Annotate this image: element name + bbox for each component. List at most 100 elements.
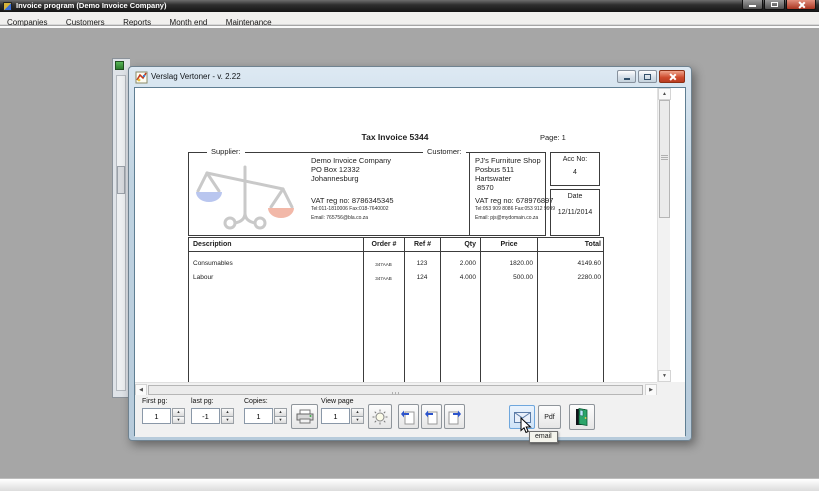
zoom-view-button[interactable]: [368, 404, 392, 429]
first-page-input[interactable]: 1: [142, 408, 171, 424]
desktop: Invoice program (Demo Invoice Company) C…: [0, 0, 819, 491]
copies-input[interactable]: 1: [244, 408, 273, 424]
spin-up-icon[interactable]: ▲: [221, 408, 234, 417]
scroll-down-icon[interactable]: ▼: [658, 370, 671, 382]
status-bar: [0, 478, 819, 491]
last-page-spinner[interactable]: -1 ▲▼: [191, 408, 234, 424]
cell-total: 4149.60: [537, 259, 605, 268]
column-line: [363, 252, 364, 382]
view-page-label: View page: [321, 398, 354, 405]
spin-up-icon[interactable]: ▲: [351, 408, 364, 417]
exit-button[interactable]: [569, 404, 595, 430]
last-page-label: last pg:: [191, 398, 214, 405]
invoice-title: Tax Invoice 5344: [285, 132, 505, 142]
scrollbar-corner: [657, 382, 685, 395]
date-box: Date 12/11/2014: [550, 189, 600, 236]
customer-details: PJ's Furniture Shop Posbus 511 Hartswate…: [475, 156, 555, 222]
background-window-icon: [115, 61, 124, 70]
background-window-scrollbar[interactable]: [116, 75, 126, 391]
customer-address2: Hartswater: [475, 174, 555, 183]
minimize-button[interactable]: [742, 0, 763, 10]
first-page-label: First pg:: [142, 398, 167, 405]
menubar: Companies Customers Reports Month end Ma…: [0, 12, 819, 25]
account-number-label: Acc No:: [551, 156, 599, 163]
party-divider-line: [469, 152, 470, 236]
preview-vertical-scrollbar[interactable]: ▲ ▼: [657, 88, 670, 382]
maximize-icon: [771, 2, 778, 7]
background-scrollbar-thumb[interactable]: [117, 166, 125, 194]
spin-down-icon[interactable]: ▼: [172, 417, 185, 425]
cell-qty: 2.000: [440, 259, 480, 268]
view-page-spinner[interactable]: 1 ▲▼: [321, 408, 364, 424]
company-logo-scale-icon: [193, 155, 295, 233]
print-button[interactable]: [291, 404, 318, 429]
cell-description: Labour: [189, 273, 363, 282]
page-arrow-right-icon: [447, 409, 462, 425]
supplier-name: Demo Invoice Company: [311, 156, 394, 165]
view-page-input[interactable]: 1: [321, 408, 350, 424]
supplier-address1: PO Box 12332: [311, 165, 394, 174]
main-window-caption-buttons: [742, 0, 816, 10]
table-row: Labour 347AAB 124 4.000 500.00 2280.00: [189, 273, 605, 283]
spin-up-icon[interactable]: ▲: [172, 408, 185, 417]
account-number-box: Acc No: 4: [550, 152, 600, 186]
pdf-button[interactable]: Pdf: [538, 405, 561, 429]
customer-name: PJ's Furniture Shop: [475, 156, 555, 165]
viewer-window-icon: [135, 71, 148, 84]
spin-up-icon[interactable]: ▲: [274, 408, 287, 417]
invoice-table-header: Description Order # Ref # Qty Price Tota…: [188, 237, 604, 252]
cell-order: 347AAB: [363, 259, 404, 270]
close-icon: [669, 73, 676, 80]
spin-down-icon[interactable]: ▼: [221, 417, 234, 425]
close-button[interactable]: [786, 0, 816, 10]
date-label: Date: [551, 193, 599, 200]
customer-label: Customer:: [423, 147, 466, 156]
cell-ref: 124: [404, 273, 440, 282]
cell-price: 500.00: [480, 273, 537, 282]
vertical-scroll-thumb[interactable]: [659, 100, 670, 218]
copies-label: Copies:: [244, 398, 268, 405]
scroll-up-icon[interactable]: ▲: [658, 88, 671, 100]
supplier-details: Demo Invoice Company PO Box 12332 Johann…: [311, 156, 394, 222]
main-window-titlebar[interactable]: Invoice program (Demo Invoice Company): [0, 0, 819, 12]
supplier-email: Email: 765756@bla.co.za: [311, 214, 394, 223]
minimize-icon: [624, 78, 630, 80]
supplier-vat: VAT reg no: 8786345345: [311, 196, 394, 205]
cell-ref: 123: [404, 259, 440, 268]
horizontal-scroll-thumb[interactable]: [148, 385, 643, 395]
spin-down-icon[interactable]: ▼: [351, 417, 364, 425]
first-page-nav-button[interactable]: [398, 404, 419, 429]
minimize-icon: [749, 5, 756, 7]
cell-total: 2280.00: [537, 273, 605, 282]
viewer-close-button[interactable]: [659, 70, 685, 83]
maximize-button[interactable]: [764, 0, 785, 10]
date-value: 12/11/2014: [551, 209, 599, 216]
viewer-maximize-button[interactable]: [638, 70, 657, 83]
copies-spinner[interactable]: 1 ▲▼: [244, 408, 287, 424]
page-arrow-left-icon: [401, 409, 416, 425]
viewer-caption-buttons: [617, 70, 685, 83]
report-viewer-window: Verslag Vertoner - v. 2.22 Tax Invoice 5…: [128, 66, 692, 441]
customer-email: Email: pjs@mydomain.co.za: [475, 214, 555, 223]
email-tooltip: email: [529, 431, 558, 443]
close-icon: [798, 1, 805, 8]
spin-down-icon[interactable]: ▼: [274, 417, 287, 425]
first-page-spinner[interactable]: 1 ▲▼: [142, 408, 185, 424]
pdf-button-label: Pdf: [544, 414, 555, 421]
cell-description: Consumables: [189, 259, 363, 268]
supplier-address2: Johannesburg: [311, 174, 394, 183]
column-line: [537, 252, 538, 382]
printer-icon: [296, 409, 314, 424]
next-page-nav-button[interactable]: [444, 404, 465, 429]
customer-vat: VAT reg no: 678976897: [475, 196, 555, 205]
customer-address3: 8570: [475, 183, 555, 192]
customer-telfax: Tel:053 909 8086 Fax:053 912 9999: [475, 205, 555, 214]
viewer-titlebar[interactable]: Verslag Vertoner - v. 2.22: [129, 67, 691, 87]
last-page-input[interactable]: -1: [191, 408, 220, 424]
report-preview: Tax Invoice 5344 Page: 1 Supplier: Custo…: [135, 88, 685, 395]
viewer-minimize-button[interactable]: [617, 70, 636, 83]
viewer-control-bar: First pg: 1 ▲▼ last pg: -1 ▲▼ Copies: 1 …: [135, 395, 685, 437]
maximize-icon: [644, 74, 651, 80]
previous-page-nav-button[interactable]: [421, 404, 442, 429]
preview-horizontal-scrollbar[interactable]: ◀ ▶: [135, 382, 657, 395]
